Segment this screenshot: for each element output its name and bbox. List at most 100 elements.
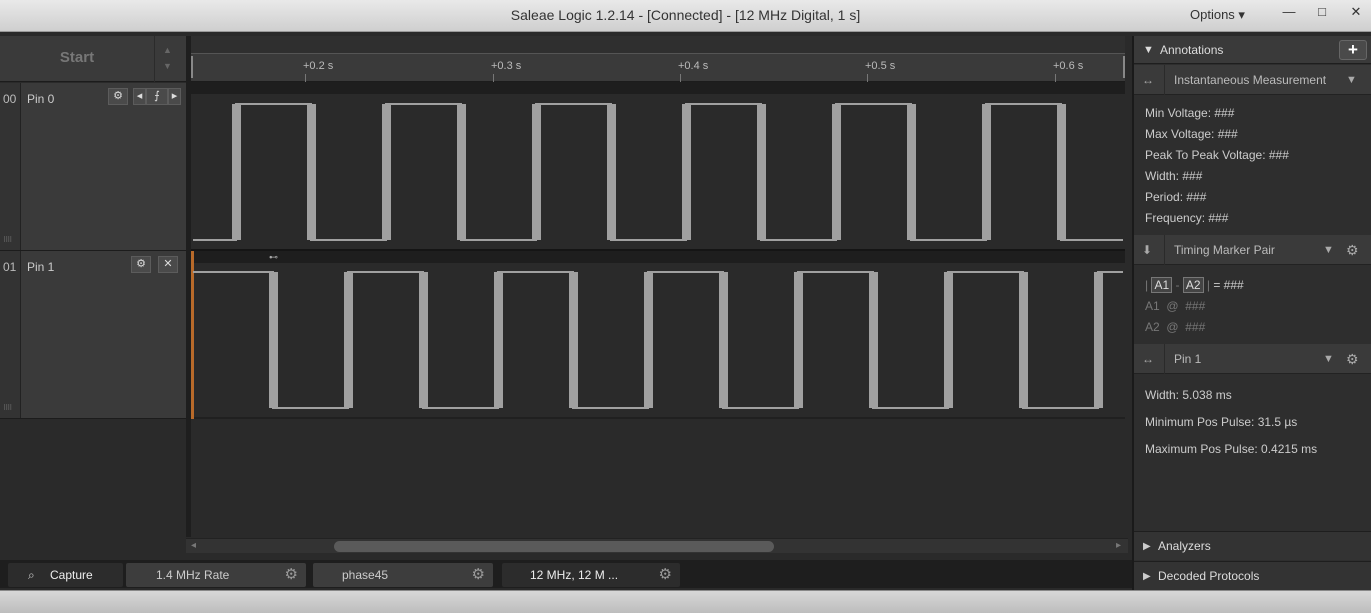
next-edge-icon[interactable]: ▸ <box>168 88 181 105</box>
tab-label: Capture <box>50 568 93 582</box>
edge-bar <box>532 104 541 240</box>
tab-rate[interactable]: 1.4 MHz Rate ⚙ <box>126 563 306 587</box>
edge-bar <box>944 272 953 408</box>
header-separator <box>1164 65 1165 95</box>
scroll-left-icon[interactable]: ◂ <box>191 540 196 551</box>
gear-icon[interactable]: ⚙ <box>659 563 672 587</box>
ruler-right-edge <box>1123 56 1125 78</box>
edge-bar <box>1019 272 1028 408</box>
timing-pair-delta: | A1 - A2 | = ### <box>1145 277 1244 293</box>
trigger-edge-icon[interactable]: ⨍ <box>146 88 168 105</box>
edge-bar <box>419 272 428 408</box>
close-button[interactable]: ✕ <box>1343 4 1369 22</box>
edge-bar <box>307 104 316 240</box>
gear-icon[interactable]: ⚙ <box>472 563 485 587</box>
edge-bar <box>1057 104 1066 240</box>
decoded-protocols-label: Decoded Protocols <box>1158 569 1260 583</box>
channel-row-1[interactable]: 01 Pin 1 ⚙ ✕ ⠿⠿ <box>0 251 186 419</box>
instantaneous-measurement-header[interactable]: ↔ Instantaneous Measurement ▼ <box>1134 65 1371 95</box>
options-menu[interactable]: Options ▾ <box>1190 7 1245 23</box>
edge-bar <box>982 104 991 240</box>
min-voltage: Min Voltage: ### <box>1145 106 1235 120</box>
tab-phase45[interactable]: phase45 ⚙ <box>313 563 493 587</box>
edge-bar <box>494 272 503 408</box>
tick-mark <box>493 74 494 82</box>
start-button[interactable]: Start <box>0 36 155 82</box>
horizontal-scrollbar[interactable]: ◂ ▸ <box>186 538 1128 553</box>
tick-label: +0.5 s <box>865 60 896 72</box>
status-bar <box>0 590 1371 613</box>
time-ruler[interactable]: +0.2 s +0.3 s +0.4 s +0.5 s +0.6 s <box>191 36 1125 82</box>
pin-1-trace <box>193 271 1123 409</box>
channel-empty-area <box>0 419 186 537</box>
pin1-measurement-header[interactable]: ↔ Pin 1 ▼ ⚙ <box>1134 344 1371 374</box>
tick-label: +0.2 s <box>303 60 334 72</box>
gear-icon[interactable]: ⚙ <box>131 256 151 273</box>
chevron-down-icon[interactable]: ▼ <box>1323 235 1334 265</box>
chevron-down-icon[interactable]: ▼ <box>1346 65 1357 95</box>
ruler-marker-band[interactable] <box>191 36 1125 54</box>
width-marker-icon: ⊷ <box>269 253 278 263</box>
a2-marker-button[interactable]: A2 <box>1182 277 1204 293</box>
prev-edge-icon[interactable]: ◂ <box>133 88 146 105</box>
minimize-button[interactable]: — <box>1276 4 1302 22</box>
a1-row: A1 @ ### <box>1145 299 1205 313</box>
tick-label: +0.6 s <box>1053 60 1084 72</box>
scrollbar-thumb[interactable] <box>334 541 774 552</box>
edge-bar <box>832 104 841 240</box>
chevron-down-icon[interactable]: ▼ <box>1323 344 1334 374</box>
gear-icon[interactable]: ⚙ <box>285 563 298 587</box>
header-separator <box>1164 344 1165 374</box>
analyzers-section[interactable]: ▶ Analyzers <box>1134 531 1371 560</box>
a1-label: A1 <box>1145 299 1160 313</box>
annotations-header[interactable]: ▼ Annotations + <box>1134 36 1371 64</box>
waveform-area[interactable]: ⊷ <box>191 82 1125 419</box>
collapse-triangle-icon: ▼ <box>1143 44 1154 56</box>
edge-bar <box>607 104 616 240</box>
width-arrow-icon: ↔ <box>1142 352 1154 366</box>
trigger-marker <box>191 251 194 419</box>
maximize-button[interactable]: □ <box>1309 4 1335 22</box>
trigger-off-icon[interactable]: ✕ <box>158 256 178 273</box>
edge-bar <box>269 272 278 408</box>
tick-mark <box>305 74 306 82</box>
waveform-svg: ⊷ <box>191 82 1125 419</box>
start-options-arrows[interactable]: ▲ ▼ <box>163 42 172 74</box>
edge-bar <box>682 104 691 240</box>
tab-capture[interactable]: ⌕ Capture <box>8 563 123 587</box>
edge-bar <box>869 272 878 408</box>
a1-marker-button[interactable]: A1 <box>1151 277 1173 293</box>
width-value: Width: ### <box>1145 169 1203 183</box>
tick-mark <box>1055 74 1056 82</box>
analyzers-label: Analyzers <box>1158 539 1211 553</box>
edge-bar <box>794 272 803 408</box>
gear-icon[interactable]: ⚙ <box>1346 235 1359 265</box>
drag-handle-icon[interactable]: ⠿⠿ <box>3 404 12 412</box>
channel-name[interactable]: Pin 0 <box>27 92 54 106</box>
measurement-title: Instantaneous Measurement <box>1174 73 1327 87</box>
gear-icon[interactable]: ⚙ <box>108 88 128 105</box>
tick-mark <box>867 74 868 82</box>
pin1-max-pos-pulse: Maximum Pos Pulse: 0.4215 ms <box>1145 442 1318 456</box>
start-panel: Start ▲ ▼ <box>0 36 186 82</box>
tab-label: 12 MHz, 12 M ... <box>530 568 619 582</box>
drag-handle-icon[interactable]: ⠿⠿ <box>3 236 12 244</box>
annotations-panel: ▼ Annotations + ↔ Instantaneous Measurem… <box>1132 36 1371 590</box>
edge-bar <box>719 272 728 408</box>
channel-name[interactable]: Pin 1 <box>27 260 54 274</box>
period-value: Period: ### <box>1145 190 1207 204</box>
at-sign: @ <box>1166 299 1179 313</box>
max-voltage: Max Voltage: ### <box>1145 127 1238 141</box>
waveform-empty-area <box>191 419 1125 537</box>
gear-icon[interactable]: ⚙ <box>1346 344 1359 374</box>
add-annotation-button[interactable]: + <box>1339 40 1367 60</box>
scroll-right-icon[interactable]: ▸ <box>1116 540 1121 551</box>
channel-row-0[interactable]: 00 Pin 0 ⚙ ◂ ⨍ ▸ ⠿⠿ <box>0 83 186 251</box>
timing-marker-pair-header[interactable]: ⬇ Timing Marker Pair ▼ ⚙ <box>1134 235 1371 265</box>
decoded-protocols-section[interactable]: ▶ Decoded Protocols <box>1134 561 1371 590</box>
header-separator <box>1164 235 1165 265</box>
pin1-min-pos-pulse: Minimum Pos Pulse: 31.5 µs <box>1145 415 1298 429</box>
expand-triangle-icon: ▶ <box>1143 571 1151 582</box>
a2-label: A2 <box>1145 320 1160 334</box>
tab-12mhz[interactable]: 12 MHz, 12 M ... ⚙ <box>502 563 680 587</box>
